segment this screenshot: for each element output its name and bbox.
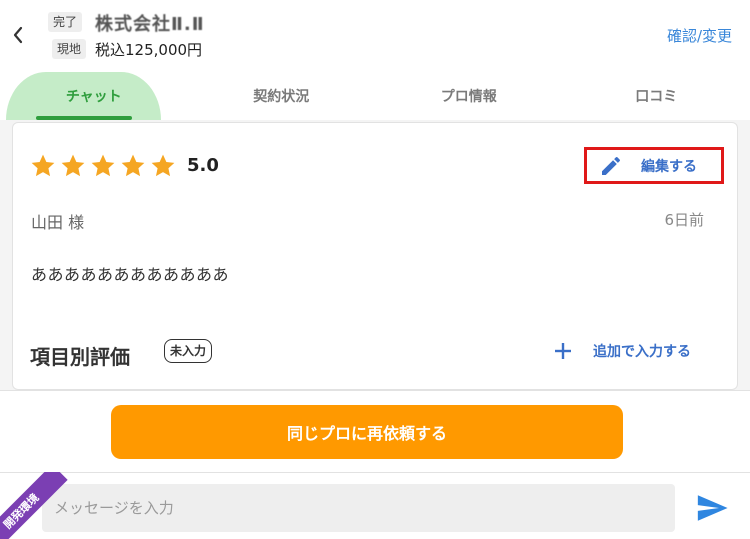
price: 税込125,000円 [95,41,203,59]
tab-reviews[interactable]: 口コミ [563,72,750,120]
company-name: 株式会社Ⅱ.Ⅱ [95,14,205,35]
back-button[interactable] [8,22,28,48]
star-icon [61,154,85,177]
star-icon [31,154,55,177]
add-input-button[interactable]: 追加で入力する [553,341,691,361]
review-date: 6日前 [664,211,704,229]
star-icon [91,154,115,177]
tab-label: 契約状況 [253,89,310,105]
send-icon[interactable] [694,491,730,525]
confirm-change-link[interactable]: 確認/変更 [667,25,732,46]
review-card: 5.0 編集する 山田 様 6日前 ああああああああああああ 項目別評価 未入力… [12,122,738,390]
edit-review-button[interactable]: 編集する [584,147,724,184]
tab-label: チャット [65,89,122,105]
star-rating [30,153,176,179]
tab-contract-status[interactable]: 契約状況 [188,72,376,120]
location-tag: 現地 [52,39,87,59]
header: 完了 現地 株式会社Ⅱ.Ⅱ 税込125,000円 確認/変更 [0,0,750,72]
tab-label: プロ情報 [440,89,497,105]
request-area: 同じプロに再依頼する [0,390,750,472]
item-rating-title: 項目別評価 [30,345,130,369]
pencil-icon [602,156,621,175]
chevron-left-icon [13,26,23,44]
review-text: ああああああああああああ [31,265,230,284]
message-input[interactable] [42,484,675,532]
dev-ribbon-container: 開発環境 [0,472,70,539]
status-tag: 完了 [48,12,83,32]
reviewer-name: 山田 様 [31,213,85,232]
tab-bar: チャット 契約状況 プロ情報 口コミ [0,72,750,120]
rating-value: 5.0 [187,155,219,176]
tab-pro-info[interactable]: プロ情報 [375,72,563,120]
star-icon [151,154,175,177]
message-bar [0,472,750,539]
star-icon [121,154,145,177]
tab-label: 口コミ [635,89,678,105]
add-input-label: 追加で入力する [593,344,691,360]
rerequest-button[interactable]: 同じプロに再依頼する [111,405,623,459]
not-entered-badge: 未入力 [164,339,213,363]
edit-label: 編集する [641,158,697,175]
plus-icon [555,343,571,359]
dev-environment-ribbon: 開発環境 [0,472,68,539]
tab-chat[interactable]: チャット [0,72,188,120]
